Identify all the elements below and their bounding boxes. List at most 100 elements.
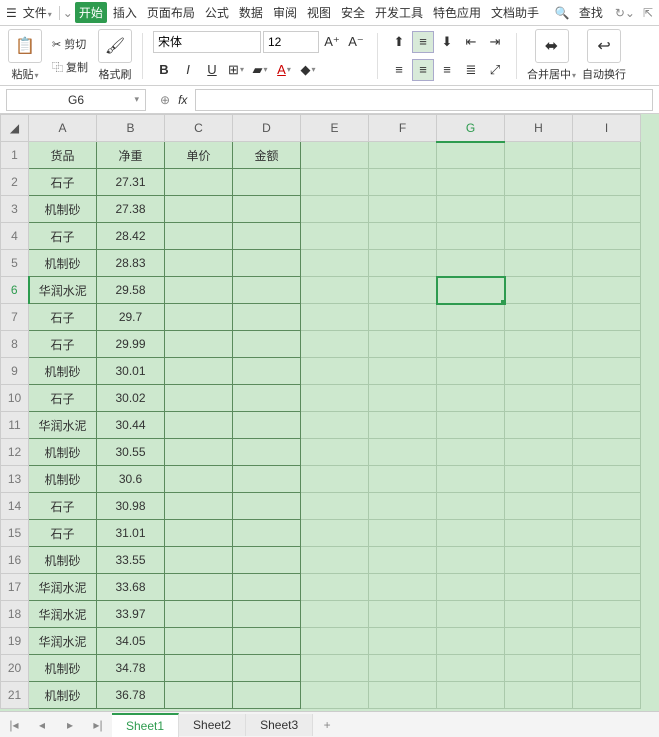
increase-font-button[interactable]: A⁺	[321, 31, 343, 53]
cell[interactable]	[301, 520, 369, 547]
tab-start[interactable]: 开始	[75, 2, 107, 23]
cell[interactable]	[301, 169, 369, 196]
cell[interactable]	[301, 628, 369, 655]
col-header[interactable]: E	[301, 115, 369, 142]
cell[interactable]	[505, 169, 573, 196]
cell[interactable]	[301, 655, 369, 682]
cell[interactable]	[233, 412, 301, 439]
cell[interactable]	[573, 628, 641, 655]
row-header[interactable]: 1	[1, 142, 29, 169]
cell[interactable]: 29.99	[97, 331, 165, 358]
row-header[interactable]: 6	[1, 277, 29, 304]
cell[interactable]	[301, 250, 369, 277]
row-header[interactable]: 12	[1, 439, 29, 466]
cell[interactable]: 机制砂	[29, 196, 97, 223]
tab-special[interactable]: 特色应用	[429, 2, 485, 23]
cell[interactable]	[233, 547, 301, 574]
row-header[interactable]: 4	[1, 223, 29, 250]
cell[interactable]: 30.6	[97, 466, 165, 493]
cell[interactable]	[437, 223, 505, 250]
cell[interactable]	[301, 196, 369, 223]
cell[interactable]: 34.05	[97, 628, 165, 655]
row-header[interactable]: 16	[1, 547, 29, 574]
cell[interactable]: 29.7	[97, 304, 165, 331]
row-header[interactable]: 2	[1, 169, 29, 196]
cell[interactable]	[505, 358, 573, 385]
tab-dev[interactable]: 开发工具	[371, 2, 427, 23]
cell[interactable]	[301, 574, 369, 601]
cell[interactable]	[437, 331, 505, 358]
cell[interactable]	[165, 655, 233, 682]
cell[interactable]	[573, 358, 641, 385]
cell[interactable]	[369, 304, 437, 331]
sheet-tab[interactable]: Sheet3	[246, 714, 313, 736]
cell[interactable]	[573, 547, 641, 574]
cell[interactable]	[369, 331, 437, 358]
cell[interactable]	[505, 331, 573, 358]
cell[interactable]: 石子	[29, 385, 97, 412]
cell[interactable]	[301, 304, 369, 331]
orientation-button[interactable]: ⤢	[484, 59, 506, 81]
row-header[interactable]: 9	[1, 358, 29, 385]
cell[interactable]	[437, 277, 505, 304]
cell[interactable]	[437, 412, 505, 439]
align-center-button[interactable]: ≡	[412, 59, 434, 81]
tab-security[interactable]: 安全	[337, 2, 369, 23]
decrease-font-button[interactable]: A⁻	[345, 31, 367, 53]
row-header[interactable]: 10	[1, 385, 29, 412]
name-box[interactable]: G6	[6, 89, 146, 111]
cell[interactable]	[505, 277, 573, 304]
cell[interactable]	[165, 520, 233, 547]
cell[interactable]	[233, 304, 301, 331]
cell[interactable]	[369, 520, 437, 547]
cell[interactable]	[505, 493, 573, 520]
paste-label[interactable]: 粘贴	[11, 66, 38, 82]
cell[interactable]	[505, 466, 573, 493]
cell[interactable]	[573, 493, 641, 520]
cell[interactable]	[165, 574, 233, 601]
cell[interactable]	[301, 412, 369, 439]
caret-icon[interactable]: ⌄	[63, 6, 73, 20]
paste-button[interactable]: 📋	[8, 29, 42, 63]
cell[interactable]	[369, 412, 437, 439]
cell[interactable]	[369, 628, 437, 655]
cell[interactable]: 金额	[233, 142, 301, 169]
cell[interactable]	[573, 277, 641, 304]
cell[interactable]	[369, 655, 437, 682]
col-header[interactable]: F	[369, 115, 437, 142]
cell[interactable]: 27.31	[97, 169, 165, 196]
cell[interactable]	[505, 520, 573, 547]
cell[interactable]	[505, 250, 573, 277]
italic-button[interactable]: I	[177, 59, 199, 81]
cell[interactable]	[437, 304, 505, 331]
cell[interactable]	[369, 250, 437, 277]
cell[interactable]	[233, 493, 301, 520]
tab-formula[interactable]: 公式	[201, 2, 233, 23]
cell[interactable]	[369, 682, 437, 709]
cell[interactable]	[505, 196, 573, 223]
font-color-button[interactable]: A	[273, 59, 295, 81]
cell[interactable]	[437, 520, 505, 547]
col-header[interactable]: A	[29, 115, 97, 142]
select-all-corner[interactable]: ◢	[1, 115, 29, 142]
cell[interactable]	[165, 439, 233, 466]
cell[interactable]	[301, 466, 369, 493]
col-header[interactable]: C	[165, 115, 233, 142]
cell[interactable]	[505, 223, 573, 250]
cell[interactable]	[233, 331, 301, 358]
cell[interactable]: 31.01	[97, 520, 165, 547]
cell[interactable]: 单价	[165, 142, 233, 169]
cell[interactable]	[165, 628, 233, 655]
cell[interactable]	[437, 493, 505, 520]
row-header[interactable]: 20	[1, 655, 29, 682]
cell[interactable]	[437, 358, 505, 385]
row-header[interactable]: 14	[1, 493, 29, 520]
cell[interactable]	[165, 547, 233, 574]
cell[interactable]	[301, 493, 369, 520]
cell[interactable]	[301, 142, 369, 169]
cell[interactable]	[369, 196, 437, 223]
file-menu[interactable]: 文件	[19, 2, 56, 23]
cell[interactable]: 机制砂	[29, 250, 97, 277]
cell[interactable]	[301, 439, 369, 466]
share-icon[interactable]: ⇱	[643, 6, 653, 20]
